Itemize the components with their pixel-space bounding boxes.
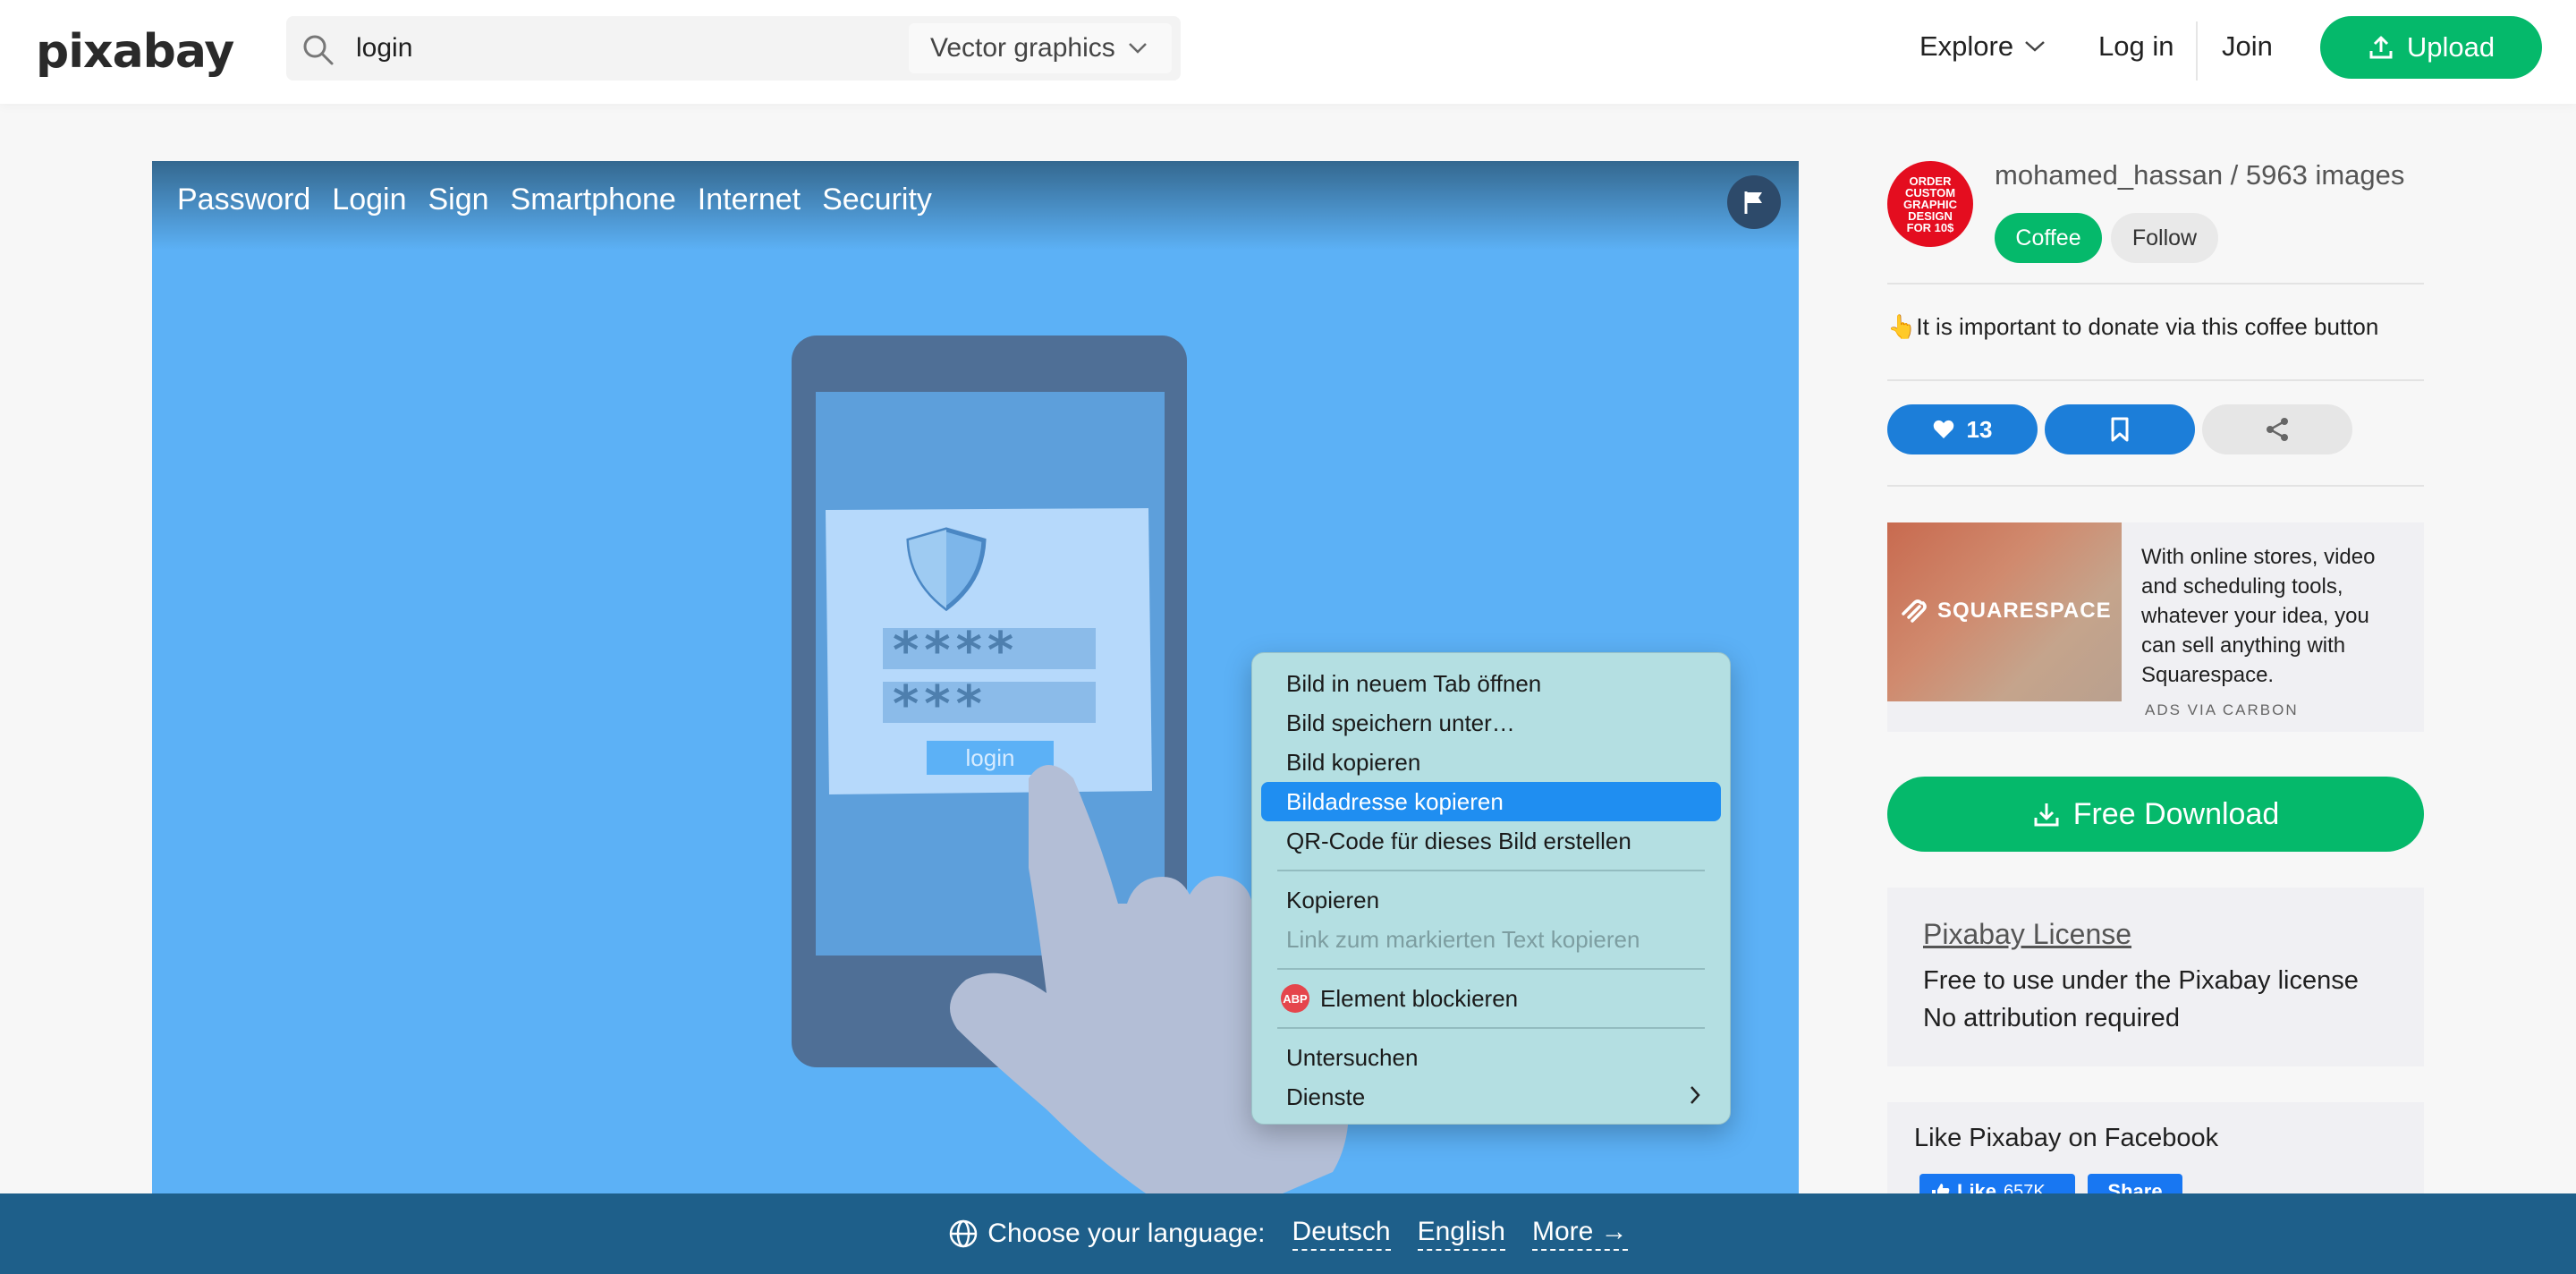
like-count: 13 [1966,415,1993,443]
squarespace-logo: SQUARESPACE [1900,598,2112,624]
ad-image[interactable]: SQUARESPACE [1887,522,2122,701]
ad-text[interactable]: With online stores, video and scheduling… [2141,542,2410,690]
divider [1887,379,2424,381]
illustration-login-label: login [966,744,1015,771]
nav-divider [2196,21,2198,81]
login-link[interactable]: Log in [2098,30,2174,63]
upload-label: Upload [2406,31,2496,63]
menu-open-image-new-tab[interactable]: Bild in neuem Tab öffnen [1261,664,1721,703]
menu-inspect[interactable]: Untersuchen [1261,1038,1721,1077]
context-menu: Bild in neuem Tab öffnen Bild speichern … [1251,652,1731,1125]
menu-services[interactable]: Dienste [1261,1077,1721,1117]
upload-button[interactable]: Upload [2320,16,2542,79]
flag-icon [1744,191,1762,214]
tag-login[interactable]: Login [332,183,406,217]
license-line-1: Free to use under the Pixabay license [1923,966,2359,995]
language-more[interactable]: More → [1532,1217,1628,1251]
license-link[interactable]: Pixabay License [1923,918,2131,951]
media-type-label: Vector graphics [930,33,1115,63]
explore-menu[interactable]: Explore [1919,30,2046,63]
ad-brand: SQUARESPACE [1937,599,2112,623]
donate-note: 👆It is important to donate via this coff… [1887,313,2379,340]
author-avatar[interactable]: ORDER CUSTOM GRAPHIC DESIGN FOR 10$ [1887,161,1973,247]
chevron-down-icon [1128,43,1147,54]
avatar-text-line: FOR 10$ [1906,220,1954,234]
carbon-ad[interactable]: SQUARESPACE With online stores, video an… [1887,522,2424,732]
language-english[interactable]: English [1417,1217,1505,1251]
tag-internet[interactable]: Internet [698,183,801,217]
avatar-text-line: GRAPHIC [1903,197,1957,211]
search-icon [303,35,334,65]
menu-copy-link-to-text: Link zum markierten Text kopieren [1286,925,1640,953]
top-header: pixabay Vector graphics Explore Log in J… [0,0,2576,104]
free-download-button[interactable]: Free Download [1887,777,2424,852]
join-link[interactable]: Join [2222,30,2273,63]
globe-icon [950,1219,978,1248]
tag-sign[interactable]: Sign [428,183,488,217]
search-input[interactable] [356,16,928,81]
menu-block-element[interactable]: ABP Element blockieren [1261,979,1721,1018]
chevron-right-icon [1690,1086,1700,1104]
language-label-text: Choose your language: [987,1219,1266,1248]
password-mask-1: **** [893,622,1019,680]
report-button[interactable] [1727,175,1781,229]
tag-security[interactable]: Security [822,183,932,217]
avatar-text-line: ORDER [1909,174,1952,188]
share-button[interactable] [2202,404,2352,454]
tag-list: Password Login Sign Smartphone Internet … [177,183,932,217]
bookmark-icon [2111,417,2129,442]
menu-block-element-label: Element blockieren [1320,984,1519,1012]
download-label: Free Download [2072,796,2280,831]
avatar-text-line: DESIGN [1908,208,1953,223]
menu-copy-image[interactable]: Bild kopieren [1261,743,1721,782]
password-mask-2: *** [893,675,987,734]
menu-save-image-as[interactable]: Bild speichern unter… [1261,703,1721,743]
ad-credit[interactable]: ADS VIA CARBON [2145,701,2299,719]
tag-smartphone[interactable]: Smartphone [511,183,676,217]
media-type-dropdown[interactable]: Vector graphics [909,23,1172,73]
menu-services-label: Dienste [1286,1083,1366,1110]
bookmark-button[interactable] [2045,404,2195,454]
pixabay-logo[interactable]: pixabay [36,25,234,79]
divider [1887,485,2424,487]
heart-icon [1933,420,1953,438]
menu-separator [1277,870,1705,871]
like-button[interactable]: 13 [1887,404,2038,454]
tag-password[interactable]: Password [177,183,310,217]
menu-copy-image-address[interactable]: Bildadresse kopieren [1261,782,1721,821]
adblock-icon: ABP [1281,984,1309,1013]
license-line-2: No attribution required [1923,1004,2180,1032]
divider [1887,283,2424,285]
facebook-title: Like Pixabay on Facebook [1914,1124,2219,1152]
explore-label: Explore [1919,30,2014,62]
squarespace-icon [1902,599,1927,623]
search-bar: Vector graphics [286,16,1181,81]
chevron-down-icon [2025,41,2045,52]
language-deutsch[interactable]: Deutsch [1292,1217,1391,1251]
download-icon [2034,803,2059,827]
coffee-button[interactable]: Coffee [1995,213,2102,263]
avatar-text-line: CUSTOM [1904,185,1956,200]
language-label: Choose your language: [948,1219,1266,1249]
license-box: Pixabay License Free to use under the Pi… [1887,888,2424,1066]
upload-icon [2369,36,2393,59]
share-icon [2267,418,2288,441]
menu-separator [1277,1027,1705,1029]
follow-button[interactable]: Follow [2111,213,2218,263]
menu-create-qr-code[interactable]: QR-Code für dieses Bild erstellen [1261,821,1721,861]
menu-copy[interactable]: Kopieren [1261,880,1721,920]
menu-separator [1277,968,1705,970]
language-bar: Choose your language: Deutsch English Mo… [0,1193,2576,1274]
author-name[interactable]: mohamed_hassan / 5963 images [1995,159,2404,191]
